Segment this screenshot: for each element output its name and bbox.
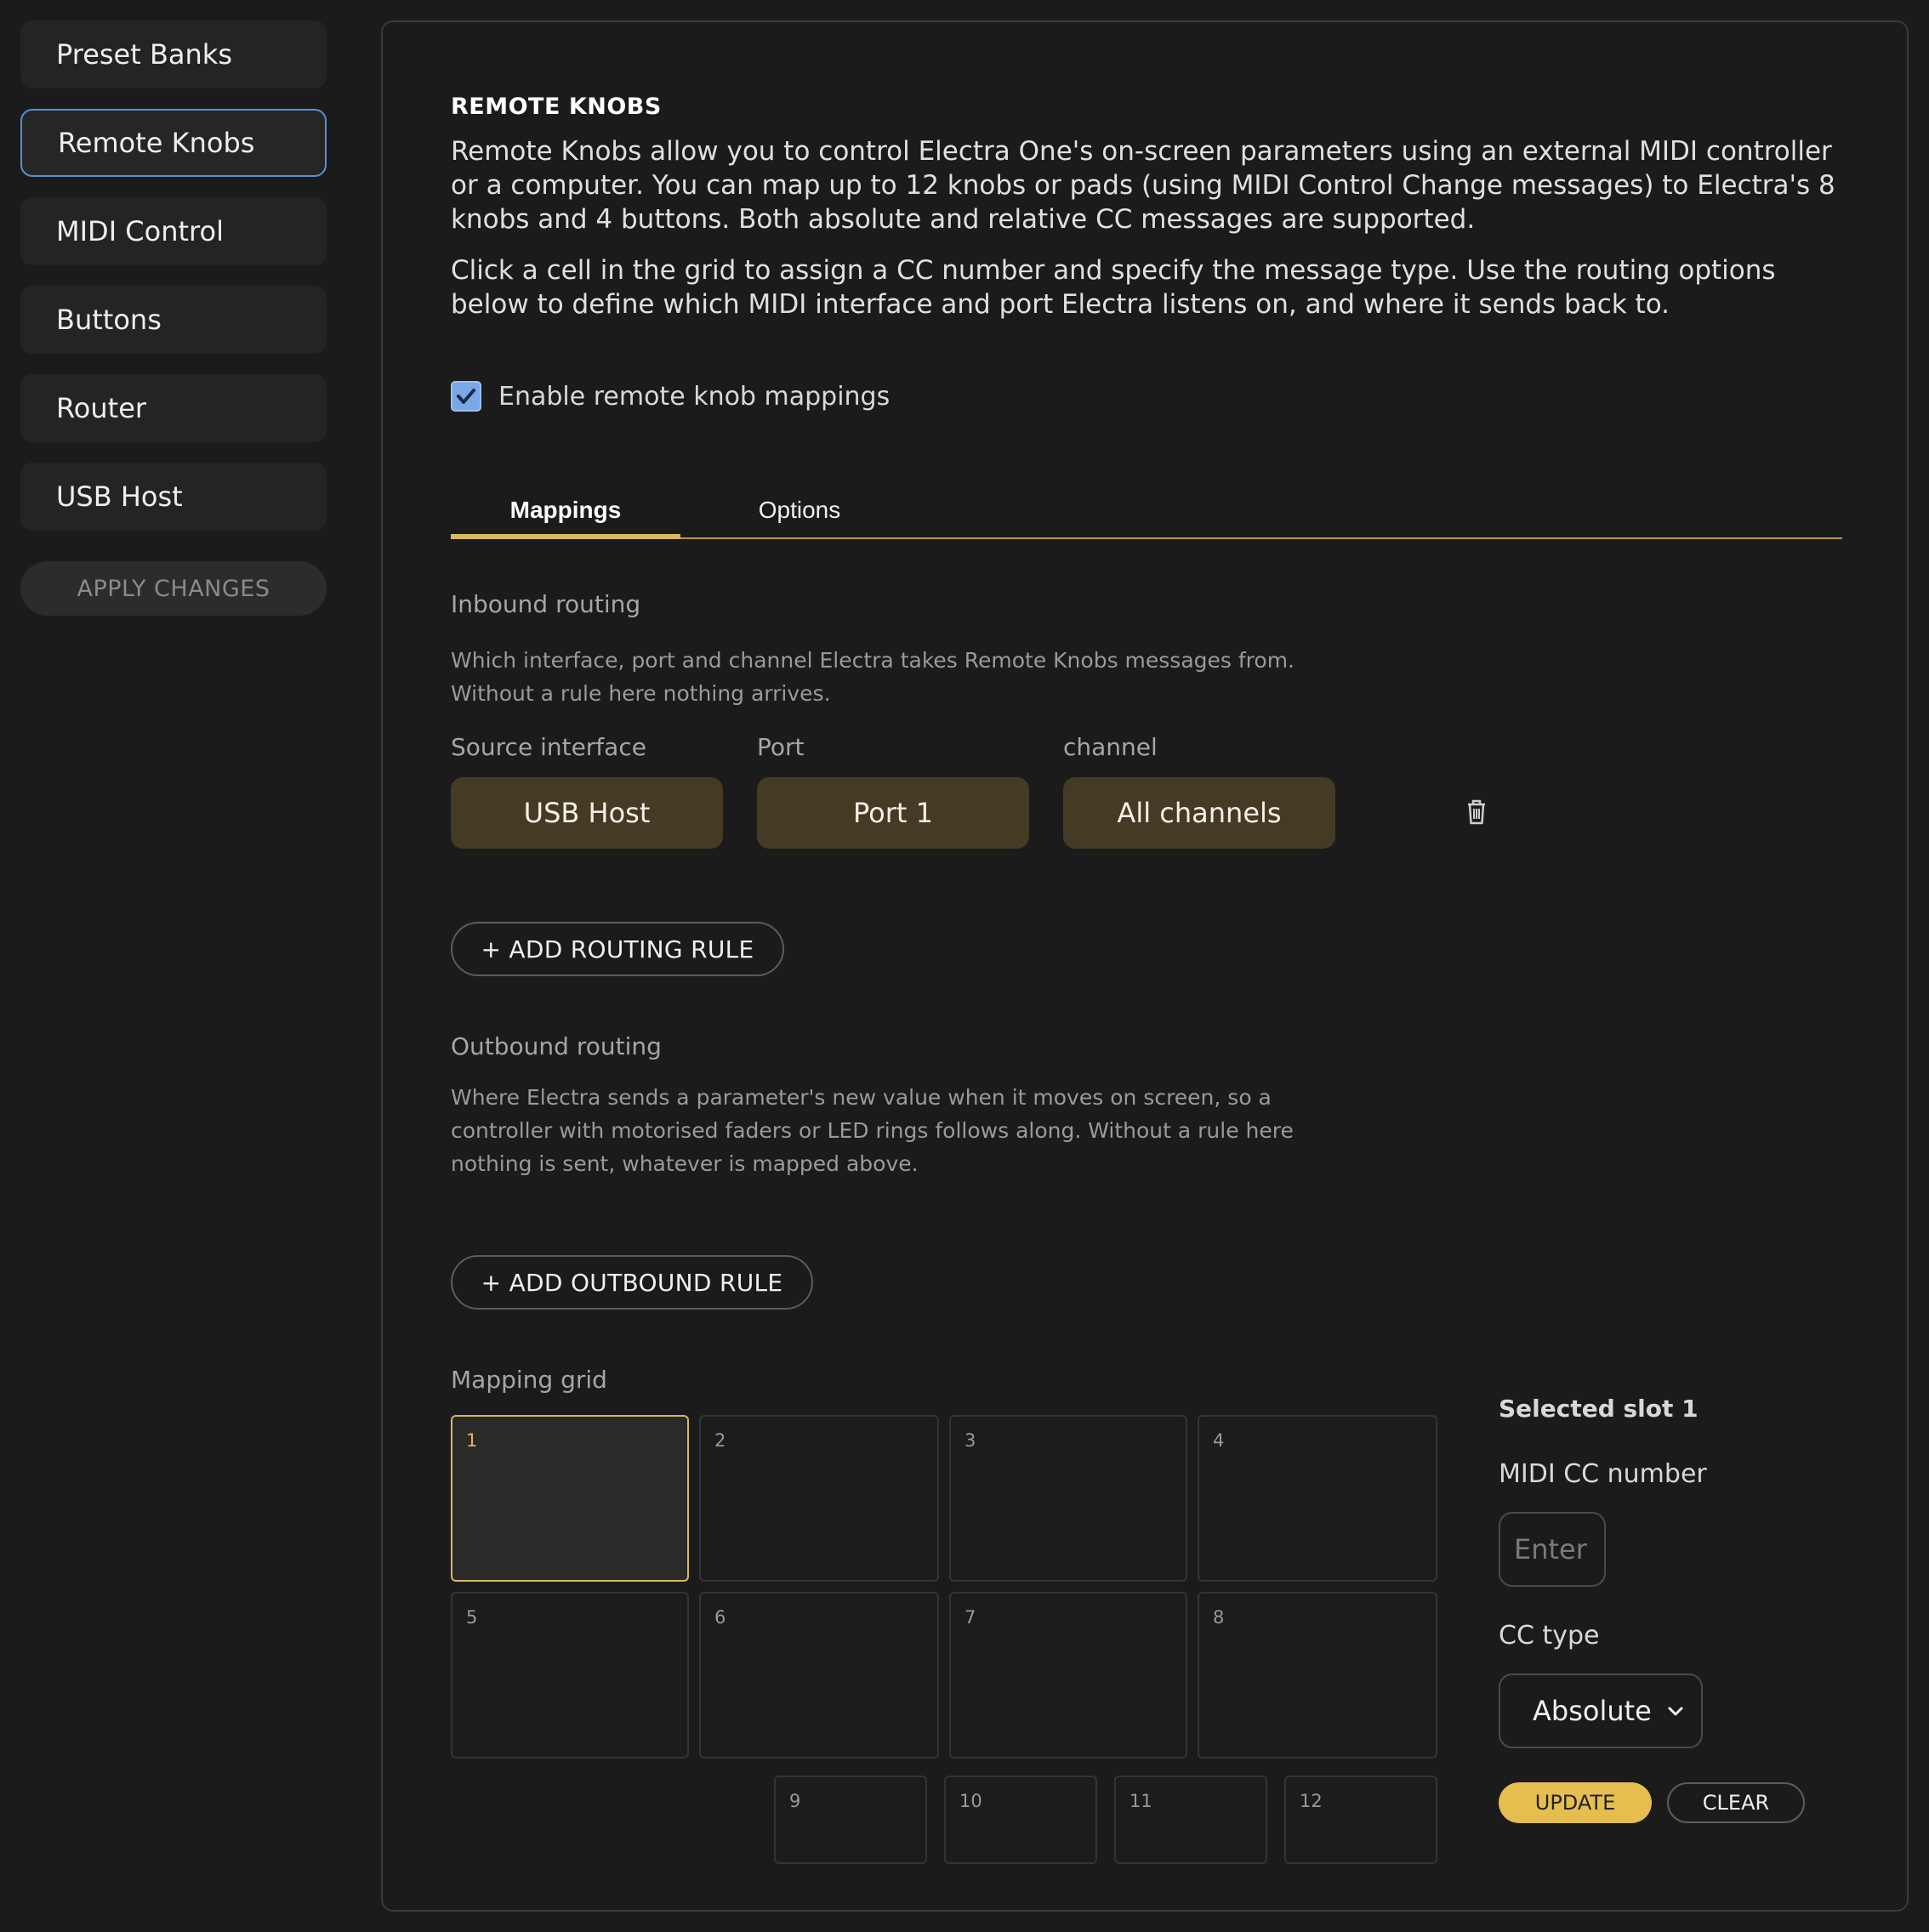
page-title: REMOTE KNOBS [451, 94, 662, 120]
sidebar: Preset Banks Remote Knobs MIDI Control B… [20, 20, 327, 616]
trash-icon [1468, 799, 1485, 825]
grid-cell-3[interactable]: 3 [949, 1415, 1187, 1582]
channel-label: channel [1063, 733, 1158, 761]
enable-row: Enable remote knob mappings [451, 381, 890, 412]
update-button[interactable]: UPDATE [1499, 1782, 1652, 1823]
sidebar-item-label: Preset Banks [56, 38, 232, 71]
cell-number: 11 [1130, 1791, 1152, 1811]
sidebar-item-midi-control[interactable]: MIDI Control [20, 197, 327, 265]
outbound-description: Where Electra sends a parameter's new va… [451, 1085, 1294, 1176]
sidebar-item-label: Router [56, 392, 147, 424]
outbound-title: Outbound routing [451, 1032, 662, 1060]
enable-label[interactable]: Enable remote knob mappings [498, 382, 890, 412]
add-outbound-rule-button[interactable]: + ADD OUTBOUND RULE [451, 1255, 813, 1310]
main-panel: REMOTE KNOBS Remote Knobs allow you to c… [381, 20, 1909, 1912]
cell-number: 1 [466, 1430, 478, 1451]
grid-cell-6[interactable]: 6 [699, 1592, 939, 1759]
port-label: Port [757, 733, 805, 761]
cell-number: 7 [964, 1607, 976, 1628]
cell-number: 5 [466, 1607, 478, 1628]
intro-paragraph-1: Remote Knobs allow you to control Electr… [451, 136, 1835, 235]
sidebar-item-label: Buttons [56, 304, 162, 336]
inbound-description: Which interface, port and channel Electr… [451, 648, 1295, 706]
selected-slot-title: Selected slot 1 [1499, 1395, 1699, 1423]
sidebar-item-buttons[interactable]: Buttons [20, 286, 327, 354]
source-interface-label: Source interface [451, 733, 646, 761]
mapping-grid-title: Mapping grid [451, 1366, 607, 1394]
tab-mappings[interactable]: Mappings [451, 481, 680, 539]
tab-options[interactable]: Options [731, 481, 868, 539]
cell-number: 8 [1213, 1607, 1225, 1628]
grid-cell-9[interactable]: 9 [774, 1776, 927, 1864]
grid-cell-7[interactable]: 7 [949, 1592, 1187, 1759]
cc-type-value: Absolute [1533, 1695, 1652, 1727]
grid-cell-4[interactable]: 4 [1198, 1415, 1437, 1582]
grid-cell-2[interactable]: 2 [699, 1415, 939, 1582]
delete-rule-button[interactable] [1460, 794, 1494, 828]
channel-select[interactable]: All channels [1063, 777, 1335, 849]
tab-bar: Mappings Options [451, 481, 1842, 539]
grid-cell-10[interactable]: 10 [944, 1776, 1097, 1864]
cc-type-label: CC type [1499, 1621, 1600, 1651]
grid-cell-11[interactable]: 11 [1114, 1776, 1267, 1864]
clear-button[interactable]: CLEAR [1667, 1782, 1805, 1823]
cc-type-select[interactable]: Absolute [1499, 1673, 1703, 1748]
cell-number: 2 [714, 1430, 726, 1451]
port-select[interactable]: Port 1 [757, 777, 1029, 849]
cell-number: 6 [714, 1607, 726, 1628]
apply-changes-button[interactable]: APPLY CHANGES [20, 561, 327, 616]
midi-cc-number-input[interactable] [1499, 1512, 1606, 1587]
source-interface-select[interactable]: USB Host [451, 777, 723, 849]
sidebar-item-usb-host[interactable]: USB Host [20, 463, 327, 531]
check-icon [457, 389, 475, 404]
cell-number: 4 [1213, 1430, 1225, 1451]
midi-cc-number-label: MIDI CC number [1499, 1459, 1707, 1489]
enable-checkbox[interactable] [451, 381, 481, 412]
grid-cell-5[interactable]: 5 [451, 1592, 689, 1759]
cell-number: 12 [1300, 1791, 1323, 1811]
cell-number: 10 [959, 1791, 982, 1811]
sidebar-item-preset-banks[interactable]: Preset Banks [20, 20, 327, 88]
sidebar-item-label: MIDI Control [56, 215, 224, 247]
cell-number: 9 [789, 1791, 801, 1811]
grid-cell-1[interactable]: 1 [451, 1415, 689, 1582]
grid-cell-8[interactable]: 8 [1198, 1592, 1437, 1759]
chevron-down-icon [1668, 1707, 1683, 1716]
cell-number: 3 [964, 1430, 976, 1451]
sidebar-item-label: Remote Knobs [58, 127, 255, 159]
intro-paragraph-2: Click a cell in the grid to assign a CC … [451, 255, 1776, 320]
sidebar-item-label: USB Host [56, 480, 183, 513]
inbound-title: Inbound routing [451, 590, 641, 618]
grid-cell-12[interactable]: 12 [1284, 1776, 1437, 1864]
intro-text: Remote Knobs allow you to control Electr… [451, 134, 1846, 338]
add-routing-rule-button[interactable]: + ADD ROUTING RULE [451, 922, 784, 976]
sidebar-item-router[interactable]: Router [20, 374, 327, 442]
sidebar-item-remote-knobs[interactable]: Remote Knobs [20, 109, 327, 177]
